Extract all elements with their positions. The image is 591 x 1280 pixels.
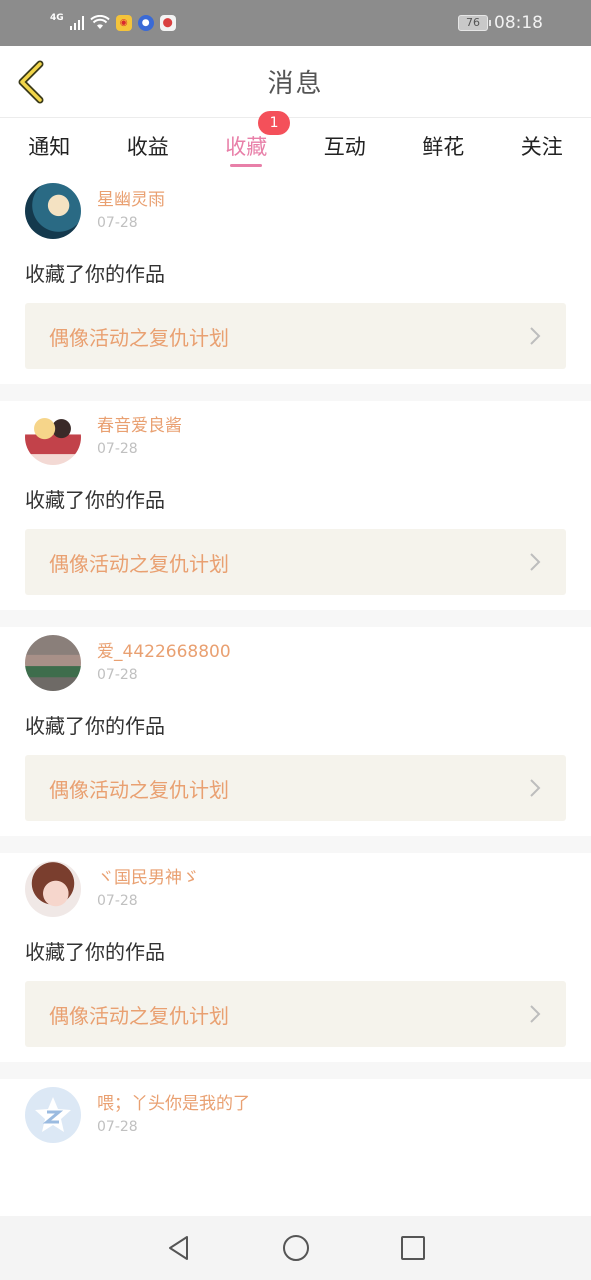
tab-following[interactable]: 关注 xyxy=(493,119,591,175)
active-tab-indicator xyxy=(230,164,263,167)
avatar[interactable] xyxy=(25,635,81,691)
timestamp: 07-28 xyxy=(97,1119,138,1135)
tab-label: 收藏 xyxy=(225,135,268,159)
timestamp: 07-28 xyxy=(97,215,138,231)
action-text: 收藏了你的作品 xyxy=(25,488,165,512)
map-pin-icon: ⬤ xyxy=(159,15,176,31)
username-link[interactable]: 星幽灵雨 xyxy=(97,189,165,211)
tab-bar: 通知 收益 收藏 1 互动 鲜花 关注 xyxy=(0,111,591,175)
work-title: 偶像活动之复仇计划 xyxy=(49,777,229,802)
tab-label: 鲜花 xyxy=(422,135,465,159)
work-link[interactable]: 偶像活动之复仇计划 xyxy=(25,981,566,1047)
action-text: 收藏了你的作品 xyxy=(25,714,165,738)
status-icons-left: 4G ◉ ● ⬤ xyxy=(50,12,176,31)
chevron-right-icon xyxy=(530,327,541,345)
tab-label: 收益 xyxy=(126,135,169,159)
action-text: 收藏了你的作品 xyxy=(25,940,165,964)
status-icons-right: 76 08:18 xyxy=(458,13,543,33)
tab-favorites[interactable]: 收藏 1 xyxy=(197,111,296,175)
battery-icon: 76 xyxy=(458,15,491,31)
username-link[interactable]: ヾ国民男神ゞ xyxy=(97,867,199,889)
tab-label: 互动 xyxy=(323,135,366,159)
timestamp: 07-28 xyxy=(97,893,138,909)
app-header: 消息 xyxy=(0,46,591,118)
unread-badge: 1 xyxy=(258,111,291,135)
tab-label: 通知 xyxy=(28,135,71,159)
work-title: 偶像活动之复仇计划 xyxy=(49,325,229,350)
list-item: 星幽灵雨 07-28 收藏了你的作品 偶像活动之复仇计划 xyxy=(0,175,591,384)
chevron-right-icon xyxy=(530,779,541,797)
avatar[interactable] xyxy=(25,1087,81,1143)
username-link[interactable]: 喂；丫头你是我的了 xyxy=(97,1093,250,1115)
page-title: 消息 xyxy=(267,69,324,99)
tab-interactions[interactable]: 互动 xyxy=(296,119,395,175)
username-link[interactable]: 春音爱良酱 xyxy=(97,415,182,437)
list-item: ヾ国民男神ゞ 07-28 收藏了你的作品 偶像活动之复仇计划 xyxy=(0,853,591,1062)
username-link[interactable]: 爱_4422668800 xyxy=(97,641,231,663)
chevron-right-icon xyxy=(530,1005,541,1023)
avatar[interactable] xyxy=(25,409,81,465)
work-link[interactable]: 偶像活动之复仇计划 xyxy=(25,755,566,821)
avatar[interactable] xyxy=(25,861,81,917)
action-text: 收藏了你的作品 xyxy=(25,262,165,286)
back-triangle-icon[interactable] xyxy=(164,1233,194,1263)
timestamp: 07-28 xyxy=(97,441,138,457)
chevron-left-icon[interactable] xyxy=(14,60,48,104)
chevron-right-icon xyxy=(530,553,541,571)
work-link[interactable]: 偶像活动之复仇计划 xyxy=(25,303,566,369)
avatar[interactable] xyxy=(25,183,81,239)
default-avatar-icon xyxy=(35,1097,71,1132)
work-title: 偶像活动之复仇计划 xyxy=(49,1003,229,1028)
system-nav-bar xyxy=(0,1216,591,1280)
status-bar: 4G ◉ ● ⬤ 76 08:18 xyxy=(0,0,591,46)
list-item: 春音爱良酱 07-28 收藏了你的作品 偶像活动之复仇计划 xyxy=(0,401,591,610)
timestamp: 07-28 xyxy=(97,667,138,683)
work-title: 偶像活动之复仇计划 xyxy=(49,551,229,576)
list-item: 爱_4422668800 07-28 收藏了你的作品 偶像活动之复仇计划 xyxy=(0,627,591,836)
tab-flowers[interactable]: 鲜花 xyxy=(394,119,493,175)
work-link[interactable]: 偶像活动之复仇计划 xyxy=(25,529,566,595)
signal-icon xyxy=(69,16,84,30)
tab-earnings[interactable]: 收益 xyxy=(99,119,198,175)
tab-label: 关注 xyxy=(520,135,563,159)
clock: 08:18 xyxy=(494,13,543,33)
list-item: 喂；丫头你是我的了 07-28 xyxy=(0,1079,591,1216)
wifi-icon xyxy=(89,15,110,29)
home-circle-icon[interactable] xyxy=(281,1233,311,1263)
tab-notifications[interactable]: 通知 xyxy=(0,119,99,175)
app-icon: ● xyxy=(137,15,154,31)
weibo-icon: ◉ xyxy=(115,15,132,31)
network-type: 4G xyxy=(50,12,64,23)
recents-square-icon[interactable] xyxy=(398,1233,428,1263)
message-feed[interactable]: 星幽灵雨 07-28 收藏了你的作品 偶像活动之复仇计划 春音爱良酱 07-28… xyxy=(0,175,591,1216)
